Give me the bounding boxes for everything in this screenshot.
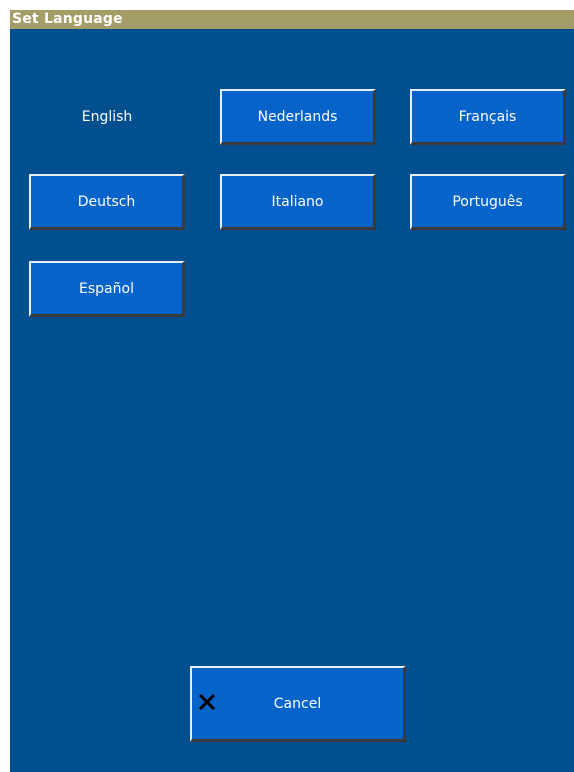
language-button-portugues[interactable]: Português [410,174,566,230]
set-language-window: Set Language English Nederlands Français… [10,10,574,772]
language-english-current: English [81,109,133,125]
language-button-francais[interactable]: Français [410,89,566,145]
language-button-espanol[interactable]: Español [29,261,185,317]
language-button-nederlands[interactable]: Nederlands [220,89,376,145]
cancel-button-label: Cancel [273,695,322,712]
language-button-deutsch[interactable]: Deutsch [29,174,185,230]
language-button-italiano[interactable]: Italiano [220,174,376,230]
cancel-button[interactable]: Cancel [190,666,406,742]
window-title: Set Language [10,10,574,29]
